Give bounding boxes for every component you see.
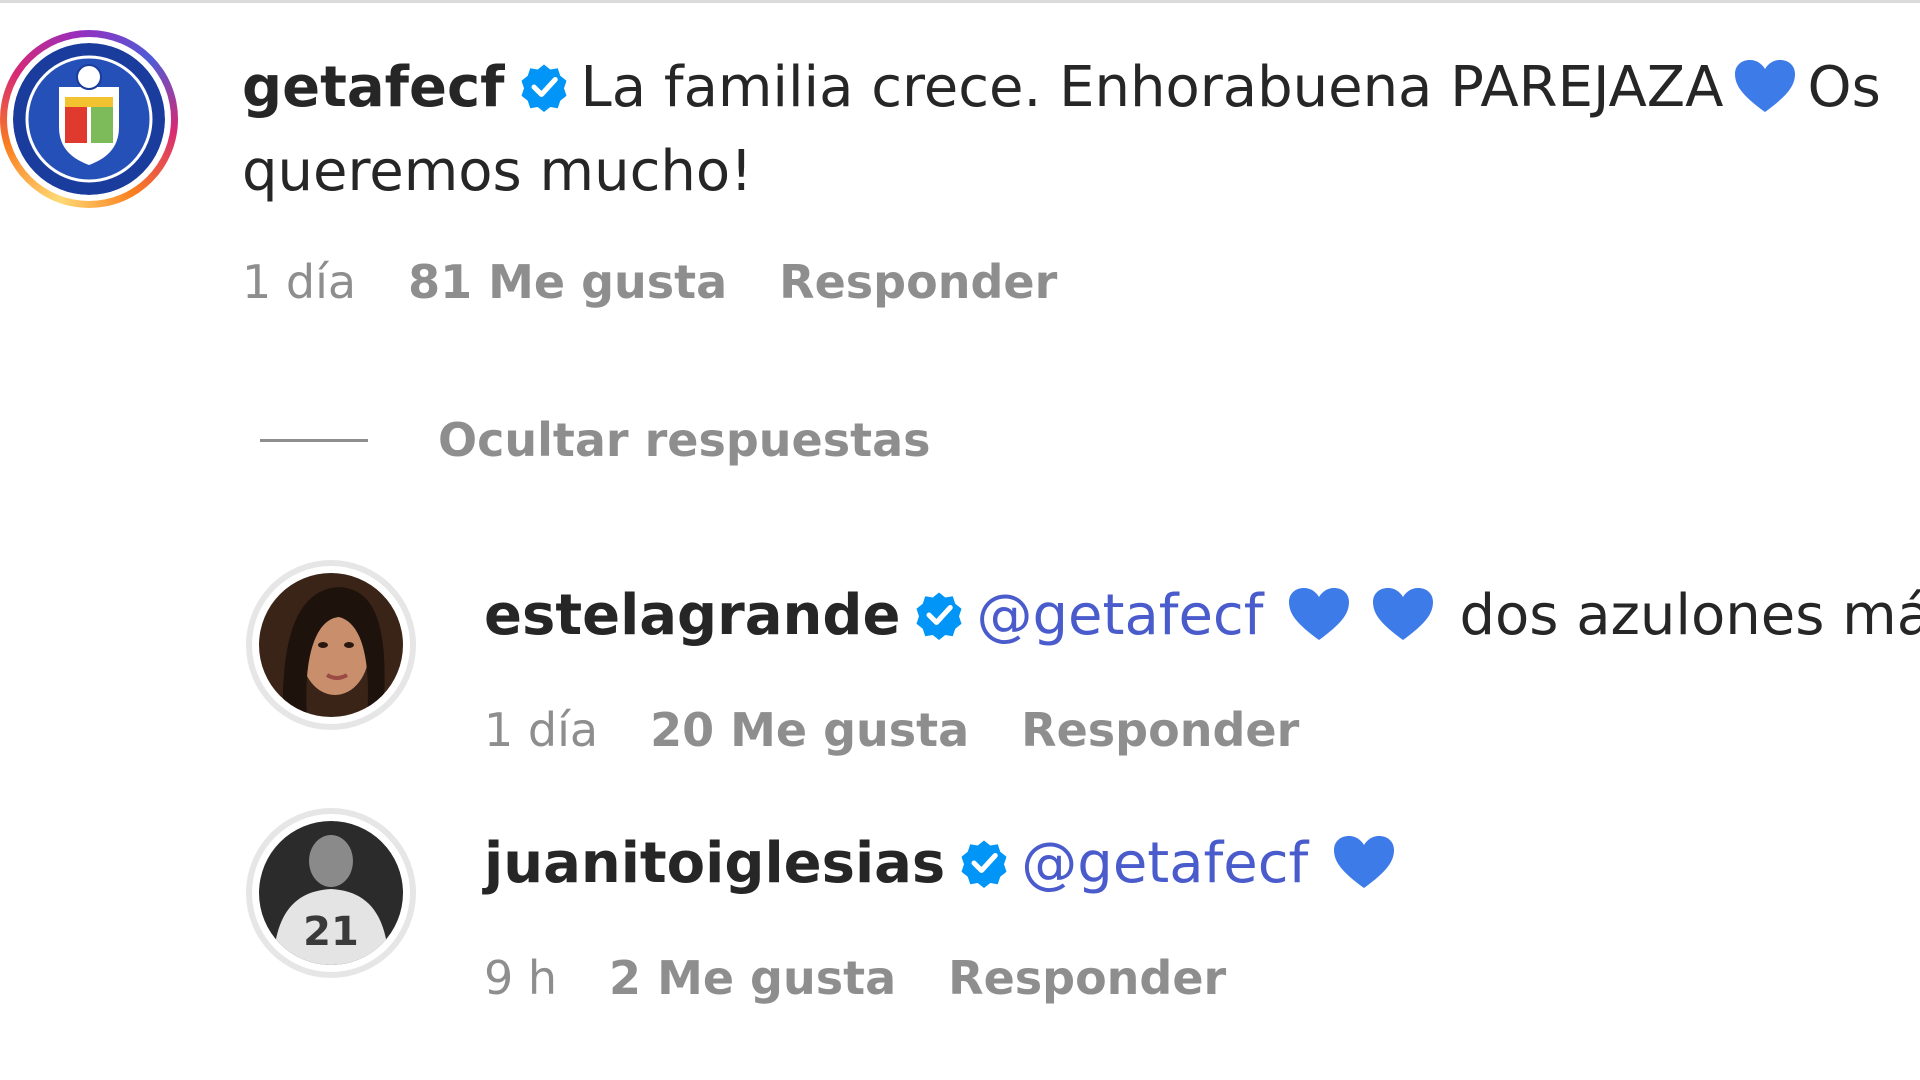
- blue-heart-icon: [1371, 582, 1435, 666]
- username-estelagrande[interactable]: estelagrande: [484, 583, 900, 648]
- reply-button[interactable]: Responder: [1021, 703, 1299, 757]
- reply-button[interactable]: Responder: [779, 255, 1057, 309]
- hide-replies-toggle[interactable]: Ocultar respuestas: [260, 410, 931, 470]
- comment-meta-getafecf: 1 día 81 Me gusta Responder: [242, 252, 1109, 312]
- comment-text: La familia crece. Enhorabuena PAREJAZA: [580, 55, 1724, 120]
- like-count[interactable]: 81 Me gusta: [408, 255, 727, 309]
- like-count[interactable]: 2 Me gusta: [609, 951, 896, 1005]
- reply-button[interactable]: Responder: [948, 951, 1226, 1005]
- replies-divider: [260, 438, 368, 442]
- reply-text: dos azulones más: [1459, 583, 1920, 648]
- comment-line-1: getafecf La familia crece. Enhorabuena PA…: [242, 46, 1881, 138]
- verified-badge-icon: [959, 828, 1009, 912]
- comment-time[interactable]: 1 día: [484, 703, 598, 757]
- username-getafecf[interactable]: getafecf: [242, 55, 505, 120]
- avatar-getafecf[interactable]: [0, 30, 178, 208]
- like-count[interactable]: 20 Me gusta: [650, 703, 969, 757]
- getafe-crest-icon: [13, 43, 165, 195]
- comment-text-continued: Os: [1807, 55, 1881, 120]
- svg-text:21: 21: [303, 909, 359, 955]
- verified-badge-icon: [914, 580, 964, 664]
- blue-heart-icon: [1733, 54, 1797, 138]
- mention-link[interactable]: @getafecf: [976, 583, 1263, 648]
- profile-photo: 21: [259, 821, 403, 965]
- reply-line-juanitoiglesias: juanitoiglesias @getafecf: [484, 822, 1406, 914]
- top-divider: [0, 0, 1920, 3]
- username-juanitoiglesias[interactable]: juanitoiglesias: [484, 831, 945, 896]
- hide-replies-label[interactable]: Ocultar respuestas: [438, 413, 931, 467]
- comment-meta-estelagrande: 1 día 20 Me gusta Responder: [484, 700, 1351, 760]
- reply-line-estelagrande: estelagrande @getafecf dos azulones más: [484, 574, 1920, 666]
- comment-line-2: queremos mucho!: [242, 139, 753, 204]
- comment-time[interactable]: 9 h: [484, 951, 557, 1005]
- avatar-juanitoiglesias[interactable]: 21: [246, 808, 416, 978]
- blue-heart-icon: [1332, 830, 1396, 914]
- profile-photo: [259, 573, 403, 717]
- mention-link[interactable]: @getafecf: [1021, 831, 1308, 896]
- avatar-estelagrande[interactable]: [246, 560, 416, 730]
- blue-heart-icon: [1287, 582, 1351, 666]
- verified-badge-icon: [519, 52, 569, 136]
- comment-meta-juanitoiglesias: 9 h 2 Me gusta Responder: [484, 948, 1278, 1008]
- comment-time[interactable]: 1 día: [242, 255, 356, 309]
